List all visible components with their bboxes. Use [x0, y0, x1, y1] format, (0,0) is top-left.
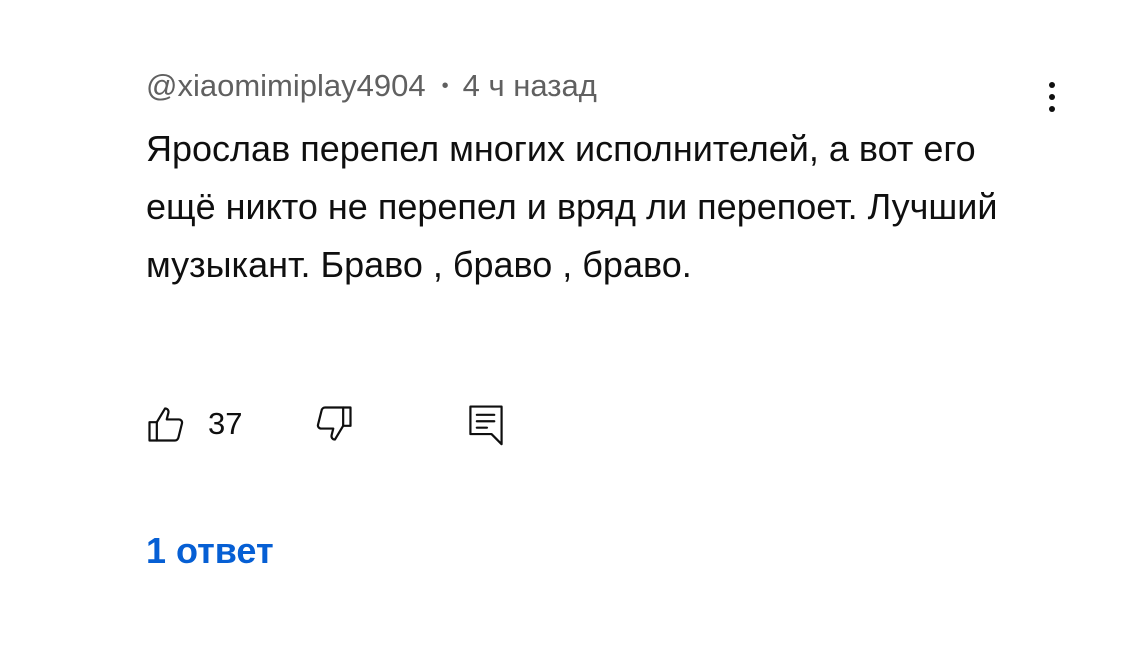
thumbs-up-icon	[148, 407, 184, 442]
comment-text: Ярослав перепел многих исполнителей, а в…	[146, 128, 998, 285]
thumbs-down-icon	[316, 406, 352, 441]
like-count: 37	[208, 406, 243, 441]
comment-meta: @xiaomimiplay4904 • 4 ч назад	[146, 66, 597, 106]
comment-time: 4 ч назад	[462, 68, 597, 103]
more-options-button[interactable]	[1032, 72, 1072, 122]
reply-comment-icon	[469, 405, 503, 446]
reply-button[interactable]	[464, 396, 508, 452]
like-button[interactable]: 37	[144, 396, 242, 452]
comment-actions: 37	[140, 396, 540, 456]
more-vertical-icon	[1049, 82, 1055, 88]
more-vertical-icon-dot	[1049, 106, 1055, 112]
meta-separator: •	[441, 74, 449, 97]
more-vertical-icon-dot	[1049, 94, 1055, 100]
comment-item: @xiaomimiplay4904 • 4 ч назад Ярослав пе…	[0, 0, 1125, 668]
replies-toggle-link[interactable]: 1 ответ	[146, 530, 274, 572]
comment-author[interactable]: @xiaomimiplay4904	[146, 68, 426, 104]
dislike-button[interactable]	[312, 396, 356, 452]
